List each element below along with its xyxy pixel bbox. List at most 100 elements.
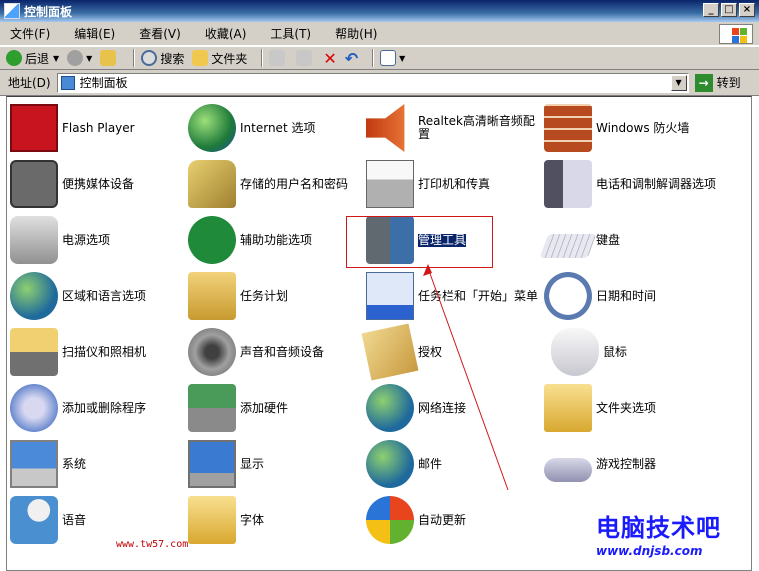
- item-label: 自动更新: [418, 512, 467, 527]
- menu-tools[interactable]: 工具(T): [266, 23, 315, 44]
- address-field[interactable]: 控制面板 ▼: [56, 72, 689, 93]
- close-button[interactable]: ×: [739, 3, 755, 17]
- keys-icon: [188, 160, 236, 208]
- maximize-button[interactable]: □: [721, 3, 737, 17]
- folders-button[interactable]: 文件夹: [192, 50, 247, 67]
- menu-edit[interactable]: 编辑(E): [70, 23, 119, 44]
- windows-logo-icon: [719, 24, 753, 44]
- address-bar: 地址(D) 控制面板 ▼ → 转到: [0, 70, 759, 96]
- control-panel-item[interactable]: 电话和调制解调器选项: [544, 158, 724, 210]
- control-panel-item[interactable]: 电源选项: [10, 214, 190, 266]
- copy-to-button[interactable]: [296, 50, 315, 66]
- back-button[interactable]: 后退 ▼: [6, 50, 59, 67]
- forward-dropdown-icon[interactable]: ▼: [86, 54, 92, 63]
- license-icon: [361, 323, 419, 381]
- control-panel-item[interactable]: 存储的用户名和密码: [188, 158, 368, 210]
- auto-update-icon: [366, 496, 414, 544]
- item-label: 文件夹选项: [596, 400, 657, 415]
- control-panel-item[interactable]: 任务栏和「开始」菜单: [366, 270, 546, 322]
- folders-label: 文件夹: [211, 51, 248, 66]
- control-panel-item[interactable]: 邮件: [366, 438, 546, 490]
- control-panel-item[interactable]: 便携媒体设备: [10, 158, 190, 210]
- item-label: 电话和调制解调器选项: [596, 176, 717, 191]
- item-label: 任务栏和「开始」菜单: [418, 288, 539, 303]
- delete-button[interactable]: ✕: [323, 49, 336, 68]
- control-panel-item[interactable]: 打印机和传真: [366, 158, 546, 210]
- control-panel-item[interactable]: 扫描仪和照相机: [10, 326, 190, 378]
- folder-options-icon: [544, 384, 592, 432]
- toolbar-separator: [133, 49, 136, 67]
- title-bar: 控制面板 _ □ ×: [0, 0, 759, 22]
- control-panel-item[interactable]: 鼠标: [544, 326, 724, 378]
- views-icon: [380, 50, 397, 66]
- control-panel-item[interactable]: 区域和语言选项: [10, 270, 190, 322]
- delete-icon: ✕: [323, 48, 337, 68]
- forward-button[interactable]: ▼: [67, 50, 92, 66]
- item-label: 系统: [62, 456, 87, 471]
- control-panel-item[interactable]: 声音和音频设备: [188, 326, 368, 378]
- menu-favorites[interactable]: 收藏(A): [201, 23, 251, 44]
- control-panel-item[interactable]: 字体: [188, 494, 368, 546]
- keyboard-icon: [539, 234, 597, 258]
- flash-player-icon: [10, 104, 58, 152]
- game-controller-icon: [544, 458, 592, 482]
- control-panel-item[interactable]: 日期和时间: [544, 270, 724, 322]
- item-label: 游戏控制器: [596, 456, 657, 471]
- item-label: 网络连接: [418, 400, 467, 415]
- item-label: 区域和语言选项: [62, 288, 147, 303]
- control-panel-item[interactable]: 辅助功能选项: [188, 214, 368, 266]
- item-label: 日期和时间: [596, 288, 657, 303]
- up-folder-button[interactable]: [100, 50, 119, 66]
- portable-media-icon: [10, 160, 58, 208]
- menu-file[interactable]: 文件(F): [6, 23, 54, 44]
- undo-button[interactable]: ↶: [345, 49, 358, 68]
- control-panel-item[interactable]: 添加硬件: [188, 382, 368, 434]
- move-to-button[interactable]: [269, 50, 288, 66]
- annotation-highlight-box: [346, 216, 493, 268]
- control-panel-item[interactable]: Internet 选项: [188, 102, 368, 154]
- control-panel-item[interactable]: 键盘: [539, 214, 724, 266]
- control-panel-item[interactable]: Flash Player: [10, 102, 190, 154]
- item-label: Realtek高清晰音频配置: [418, 114, 535, 141]
- control-panel-item[interactable]: 系统: [10, 438, 190, 490]
- control-panel-item[interactable]: 网络连接: [366, 382, 546, 434]
- go-button[interactable]: → 转到: [694, 73, 741, 92]
- control-panel-icon: [4, 3, 20, 19]
- watermark-right-title: 电脑技术吧: [596, 514, 721, 542]
- control-panel-item[interactable]: 任务计划: [188, 270, 368, 322]
- views-button[interactable]: ▼: [380, 50, 405, 66]
- folders-icon: [192, 50, 209, 66]
- item-label: 存储的用户名和密码: [240, 176, 349, 191]
- control-panel-item[interactable]: Windows 防火墙: [544, 102, 724, 154]
- item-label: 添加或删除程序: [62, 400, 147, 415]
- toolbar-separator: [261, 49, 264, 67]
- address-dropdown-icon[interactable]: ▼: [670, 74, 687, 91]
- control-panel-item[interactable]: 游戏控制器: [544, 438, 724, 490]
- control-panel-item[interactable]: Realtek高清晰音频配置: [366, 102, 546, 154]
- add-remove-programs-icon: [10, 384, 58, 432]
- item-label: 字体: [240, 512, 265, 527]
- search-button[interactable]: 搜索: [141, 50, 184, 67]
- fonts-icon: [188, 496, 236, 544]
- menu-help[interactable]: 帮助(H): [331, 23, 381, 44]
- menu-view[interactable]: 查看(V): [135, 23, 185, 44]
- scheduled-tasks-icon: [188, 272, 236, 320]
- control-panel-item[interactable]: 自动更新: [366, 494, 546, 546]
- views-dropdown-icon: ▼: [399, 53, 406, 63]
- control-panel-item[interactable]: 显示: [188, 438, 368, 490]
- watermark-right-url: www.dnjsb.com: [596, 544, 703, 558]
- forward-arrow-icon: [67, 50, 84, 66]
- control-panel-item[interactable]: 授权: [361, 323, 546, 381]
- control-panel-item[interactable]: 添加或删除程序: [10, 382, 190, 434]
- control-panel-item[interactable]: 文件夹选项: [544, 382, 724, 434]
- address-label: 地址(D): [8, 76, 51, 90]
- back-dropdown-icon[interactable]: ▼: [53, 54, 59, 63]
- minimize-button[interactable]: _: [703, 3, 719, 17]
- search-label: 搜索: [160, 51, 185, 66]
- item-label: Internet 选项: [240, 120, 316, 135]
- speaker-icon: [188, 328, 236, 376]
- item-label: 语音: [62, 512, 87, 527]
- mouse-icon: [551, 328, 599, 376]
- control-panel-small-icon: [60, 75, 75, 90]
- mail-icon: [366, 440, 414, 488]
